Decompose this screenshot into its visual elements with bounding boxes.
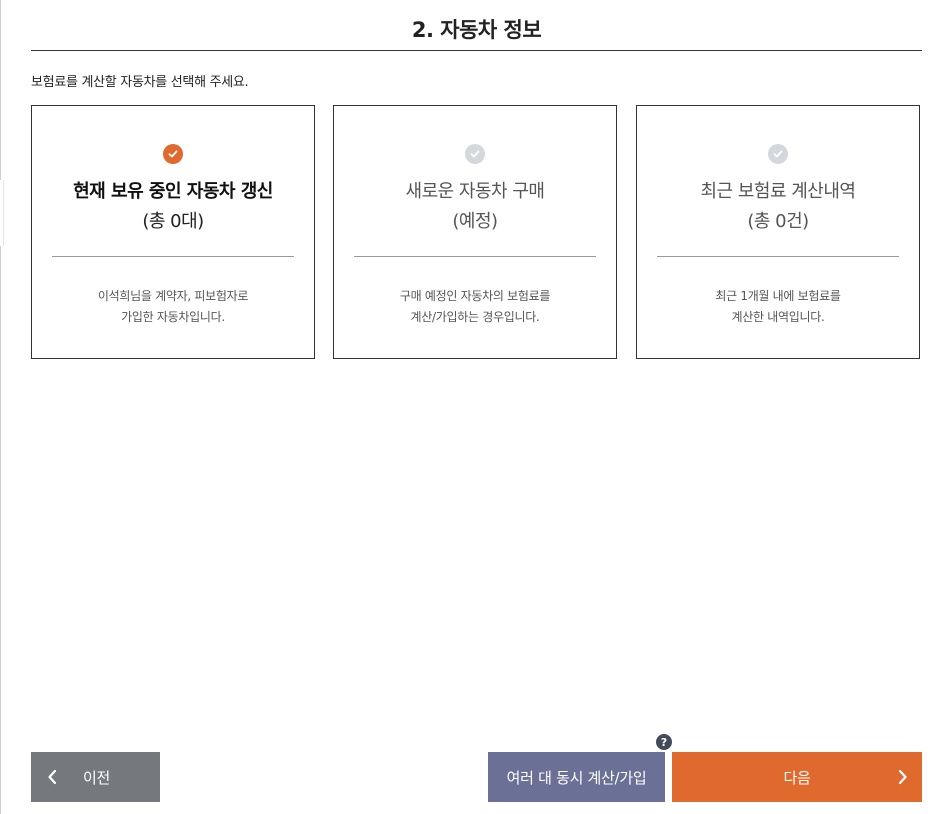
- instruction-text: 보험료를 계산할 자동차를 선택해 주세요.: [31, 75, 249, 90]
- check-circle-icon: [465, 144, 485, 164]
- card-description: 이석희님을 계약자, 피보험자로 가입한 자동차입니다.: [42, 286, 304, 328]
- left-border: [0, 0, 1, 814]
- card-count: (예정): [452, 211, 498, 232]
- multi-car-quote-button-label: 여러 대 동시 계산/가입: [506, 768, 647, 787]
- question-circle-icon[interactable]: ?: [656, 734, 672, 750]
- chevron-right-icon: [898, 769, 907, 785]
- card-description-line: 최근 1개월 내에 보험료를: [715, 289, 841, 303]
- card-divider: [657, 256, 899, 257]
- card-recent-quote-history[interactable]: 최근 보험료 계산내역 (총 0건) 최근 1개월 내에 보험료를 계산한 내역…: [636, 105, 920, 359]
- check-circle-icon: [163, 144, 183, 164]
- left-side-tab: [0, 180, 4, 246]
- card-heading: 새로운 자동차 구매: [405, 181, 545, 202]
- page-title: 2. 자동차 정보: [411, 18, 542, 42]
- card-heading: 최근 보험료 계산내역: [700, 181, 856, 202]
- multi-car-quote-button[interactable]: 여러 대 동시 계산/가입: [488, 752, 665, 802]
- card-description-line: 이석희님을 계약자, 피보험자로: [97, 289, 249, 303]
- prev-button-label: 이전: [83, 769, 111, 787]
- next-button[interactable]: 다음: [672, 752, 922, 802]
- card-description-line: 계산한 내역입니다.: [731, 310, 825, 324]
- check-circle-icon: [768, 144, 788, 164]
- card-divider: [354, 256, 596, 257]
- card-description: 구매 예정인 자동차의 보험료를 계산/가입하는 경우입니다.: [344, 286, 606, 328]
- card-description-line: 구매 예정인 자동차의 보험료를: [399, 289, 551, 303]
- card-description: 최근 1개월 내에 보험료를 계산한 내역입니다.: [647, 286, 909, 328]
- title-divider: [31, 50, 922, 51]
- chevron-left-icon: [48, 769, 57, 785]
- next-button-label: 다음: [783, 768, 811, 787]
- card-count: (총 0건): [747, 211, 809, 232]
- card-new-car-purchase[interactable]: 새로운 자동차 구매 (예정) 구매 예정인 자동차의 보험료를 계산/가입하는…: [333, 105, 617, 359]
- card-description-line: 계산/가입하는 경우입니다.: [410, 310, 540, 324]
- card-description-line: 가입한 자동차입니다.: [121, 310, 225, 324]
- card-renew-owned-car[interactable]: 현재 보유 중인 자동차 갱신 (총 0대) 이석희님을 계약자, 피보험자로 …: [31, 105, 315, 359]
- card-divider: [52, 256, 294, 257]
- card-heading: 현재 보유 중인 자동차 갱신: [73, 181, 273, 202]
- card-count: (총 0대): [142, 211, 204, 232]
- prev-button[interactable]: 이전: [31, 752, 160, 802]
